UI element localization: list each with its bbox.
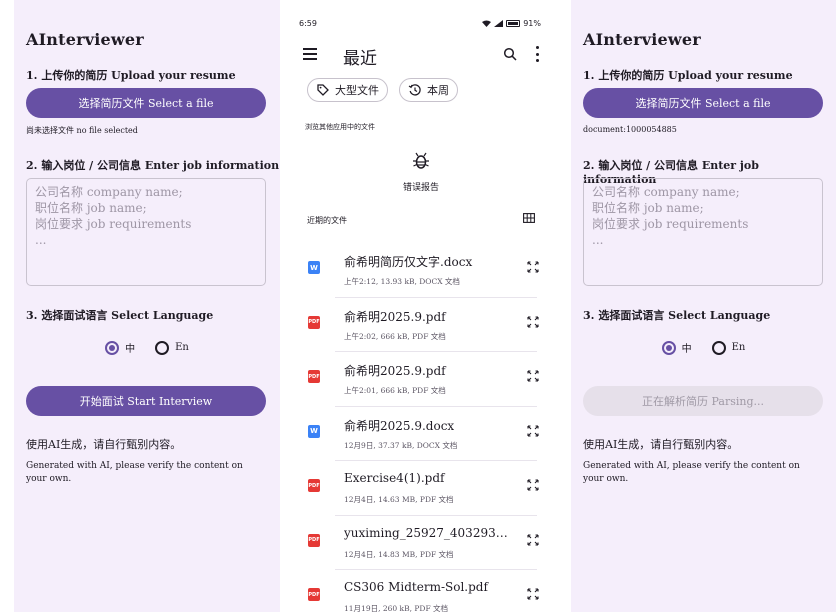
file-name: 俞希明简历仅文字.docx [344, 255, 473, 269]
expand-icon[interactable] [527, 424, 539, 437]
file-row[interactable]: W 俞希明2025.9.docx 12月9日, 37.37 kB, DOCX 文… [295, 407, 547, 462]
language-option-cn[interactable]: 中 [661, 340, 692, 355]
file-meta: 12月9日, 37.37 kB, DOCX 文档 [344, 440, 458, 450]
file-status-text: document:1000054885 [583, 125, 677, 134]
file-name: 俞希明2025.9.pdf [344, 364, 446, 378]
signal-icon [494, 19, 504, 27]
radio-selected-icon [661, 340, 676, 355]
pdf-file-icon: PDF [308, 588, 320, 601]
expand-icon[interactable] [527, 370, 539, 382]
select-file-button[interactable]: 选择简历文件 Select a file [583, 88, 823, 118]
file-meta: 12月4日, 14.83 MB, PDF 文档 [344, 549, 454, 559]
job-info-placeholder: 公司名称 company name; 职位名称 job name; 岗位要求 j… [592, 185, 749, 247]
chip-large-files[interactable]: 大型文件 [307, 78, 388, 102]
file-name: Exercise4(1).pdf [344, 471, 445, 485]
expand-icon[interactable] [527, 533, 539, 546]
search-icon[interactable] [503, 47, 517, 61]
disclaimer-en: Generated with AI, please verify the con… [583, 461, 800, 484]
app-bar: 最近 [295, 42, 547, 70]
app-title: AInterviewer [583, 30, 701, 49]
language-radio-group: 中 En [571, 340, 836, 355]
disclaimer-cn: 使用AI生成，请自行甄别内容。 [26, 438, 182, 451]
interviewer-screen-parsing: AInterviewer 1. 上传你的简历 Upload your resum… [571, 0, 836, 612]
file-name: CS306 Midterm-Sol.pdf [344, 580, 488, 594]
more-vert-icon[interactable] [536, 46, 540, 62]
file-meta: 上午2:02, 666 kB, PDF 文档 [344, 331, 446, 341]
file-row[interactable]: PDF 俞希明2025.9.pdf 上午2:02, 666 kB, PDF 文档 [295, 298, 547, 353]
battery-icon [506, 19, 521, 27]
tag-icon [317, 84, 329, 96]
language-section-label: 3. 选择面试语言 Select Language [26, 309, 214, 322]
disclaimer-cn: 使用AI生成，请自行甄别内容。 [583, 438, 739, 451]
language-option-cn-label: 中 [125, 344, 136, 355]
expand-icon[interactable] [527, 261, 539, 273]
recent-files-label: 近期的文件 [307, 216, 347, 225]
pdf-file-icon: PDF [308, 533, 320, 547]
menu-icon[interactable] [303, 48, 317, 62]
language-option-en-label: En [731, 342, 746, 353]
file-name: yuximing_25927_4032932_… [344, 525, 514, 540]
word-file-icon: W [308, 424, 320, 438]
browse-other-apps-label: 浏览其他应用中的文件 [305, 123, 375, 131]
file-picker-screen: 6:59 91% 最近 大型文件 本周 浏览其他应用中的文件 错误报告 近期的文… [295, 0, 547, 612]
language-option-cn[interactable]: 中 [105, 340, 135, 355]
battery-percent: 91% [523, 18, 541, 28]
file-meta: 上午2:12, 13.93 kB, DOCX 文档 [344, 277, 460, 286]
recent-file-list: W 俞希明简历仅文字.docx 上午2:12, 13.93 kB, DOCX 文… [295, 243, 547, 612]
language-radio-group: 中 En [14, 340, 280, 355]
status-time: 6:59 [299, 18, 317, 28]
file-row[interactable]: PDF yuximing_25927_4032932_… 12月4日, 14.8… [295, 516, 547, 571]
upload-section-label: 1. 上传你的简历 Upload your resume [583, 69, 793, 82]
start-interview-button[interactable]: 开始面试 Start Interview [26, 386, 266, 416]
file-name: 俞希明2025.9.docx [344, 418, 455, 433]
word-file-icon: W [308, 261, 320, 274]
grid-view-icon[interactable] [523, 213, 535, 223]
job-info-input[interactable]: 公司名称 company name; 职位名称 job name; 岗位要求 j… [26, 178, 266, 286]
language-option-cn-label: 中 [681, 344, 692, 355]
app-title: AInterviewer [26, 30, 144, 49]
language-option-en[interactable]: En [711, 340, 746, 355]
wifi-icon [482, 20, 492, 27]
pdf-file-icon: PDF [308, 370, 320, 383]
file-row[interactable]: PDF CS306 Midterm-Sol.pdf 11月19日, 260 kB… [295, 570, 547, 612]
disclaimer-en: Generated with AI, please verify the con… [26, 461, 243, 484]
picker-title: 最近 [343, 49, 377, 69]
expand-icon[interactable] [527, 479, 539, 491]
history-icon [408, 84, 421, 96]
file-meta: 上午2:01, 666 kB, PDF 文档 [344, 386, 446, 395]
radio-unselected-icon [155, 340, 170, 355]
interviewer-screen-initial: AInterviewer 1. 上传你的简历 Upload your resum… [14, 0, 280, 612]
file-meta: 12月4日, 14.63 MB, PDF 文档 [344, 495, 454, 504]
chip-this-week[interactable]: 本周 [399, 78, 458, 102]
radio-unselected-icon [711, 340, 726, 355]
job-info-placeholder: 公司名称 company name; 职位名称 job name; 岗位要求 j… [35, 185, 192, 247]
status-bar: 6:59 91% [299, 16, 541, 30]
radio-selected-icon [105, 340, 120, 355]
status-icons: 91% [482, 19, 541, 28]
file-row[interactable]: PDF 俞希明2025.9.pdf 上午2:01, 666 kB, PDF 文档 [295, 352, 547, 407]
file-row[interactable]: PDF Exercise4(1).pdf 12月4日, 14.63 MB, PD… [295, 461, 547, 516]
language-section-label: 3. 选择面试语言 Select Language [583, 309, 771, 322]
select-file-button[interactable]: 选择简历文件 Select a file [26, 88, 266, 118]
file-status-text: 尚未选择文件 no file selected [26, 126, 138, 135]
job-info-section-label: 2. 输入岗位 / 公司信息 Enter job information [26, 159, 280, 172]
parsing-button: 正在解析简历 Parsing... [583, 386, 823, 416]
language-option-en[interactable]: En [155, 340, 189, 355]
expand-icon[interactable] [527, 315, 539, 328]
file-meta: 11月19日, 260 kB, PDF 文档 [344, 604, 449, 612]
upload-section-label: 1. 上传你的简历 Upload your resume [26, 69, 236, 82]
pdf-file-icon: PDF [308, 479, 320, 492]
bug-report-label[interactable]: 错误报告 [295, 180, 547, 193]
bug-icon[interactable] [413, 152, 429, 170]
pdf-file-icon: PDF [308, 315, 320, 329]
chip-this-week-label: 本周 [427, 84, 449, 97]
chip-large-files-label: 大型文件 [335, 84, 379, 97]
file-row[interactable]: W 俞希明简历仅文字.docx 上午2:12, 13.93 kB, DOCX 文… [295, 243, 547, 298]
language-option-en-label: En [175, 342, 189, 353]
file-name: 俞希明2025.9.pdf [344, 309, 446, 324]
job-info-input[interactable]: 公司名称 company name; 职位名称 job name; 岗位要求 j… [583, 178, 823, 286]
expand-icon[interactable] [527, 588, 539, 600]
